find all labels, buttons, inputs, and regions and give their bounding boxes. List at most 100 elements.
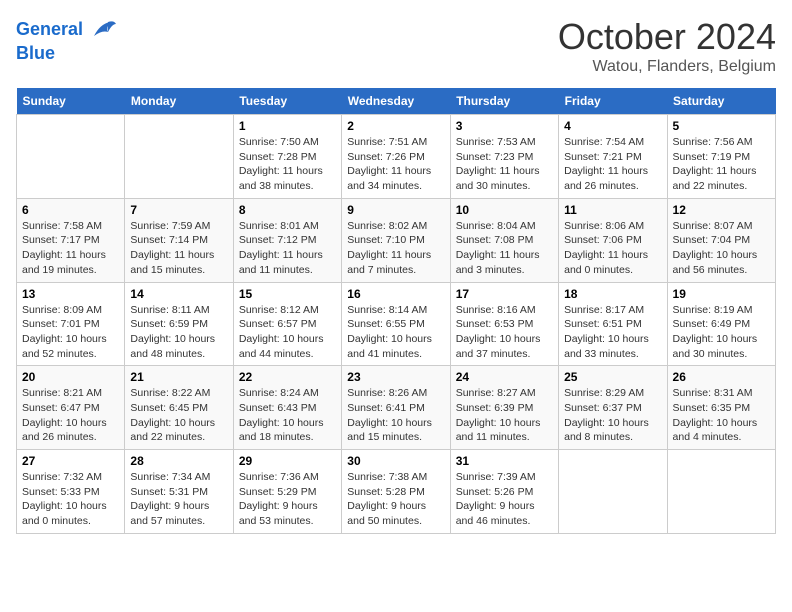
- calendar-cell: 4 Sunrise: 7:54 AMSunset: 7:21 PMDaylight…: [559, 115, 667, 199]
- calendar-cell: 6 Sunrise: 7:58 AMSunset: 7:17 PMDaylight…: [17, 198, 125, 282]
- logo: General Blue: [16, 16, 118, 64]
- month-title: October 2024: [558, 16, 776, 58]
- day-number: 5: [673, 119, 770, 133]
- day-info: Sunrise: 7:54 AMSunset: 7:21 PMDaylight:…: [564, 135, 661, 194]
- calendar-cell: 15Sunrise: 8:12 AMSunset: 6:57 PMDayligh…: [233, 282, 341, 366]
- calendar-cell: 13Sunrise: 8:09 AMSunset: 7:01 PMDayligh…: [17, 282, 125, 366]
- day-info: Sunrise: 8:12 AMSunset: 6:57 PMDaylight:…: [239, 303, 336, 362]
- weekday-header-tuesday: Tuesday: [233, 88, 341, 115]
- day-info: Sunrise: 7:50 AMSunset: 7:28 PMDaylight:…: [239, 135, 336, 194]
- day-number: 20: [22, 370, 119, 384]
- day-number: 16: [347, 287, 444, 301]
- calendar-cell: [125, 115, 233, 199]
- calendar-cell: 3Sunrise: 7:53 AMSunset: 7:23 PMDaylight…: [450, 115, 558, 199]
- weekday-header-wednesday: Wednesday: [342, 88, 450, 115]
- day-info: Sunrise: 7:34 AMSunset: 5:31 PMDaylight:…: [130, 470, 227, 529]
- calendar-cell: 19 Sunrise: 8:19 AMSunset: 6:49 PMDayligh…: [667, 282, 775, 366]
- day-number: 26: [673, 370, 770, 384]
- day-number: 25: [564, 370, 661, 384]
- day-info: Sunrise: 7:38 AMSunset: 5:28 PMDaylight:…: [347, 470, 444, 529]
- day-number: 8: [239, 203, 336, 217]
- calendar-cell: [17, 115, 125, 199]
- day-info: Sunrise: 7:51 AMSunset: 7:26 PMDaylight:…: [347, 135, 444, 194]
- day-info: Sunrise: 7:59 AMSunset: 7:14 PMDaylight:…: [130, 219, 227, 278]
- day-number: 29: [239, 454, 336, 468]
- calendar-cell: 9Sunrise: 8:02 AMSunset: 7:10 PMDaylight…: [342, 198, 450, 282]
- calendar-cell: 22 Sunrise: 8:24 AMSunset: 6:43 PMDayligh…: [233, 366, 341, 450]
- day-info: Sunrise: 8:14 AMSunset: 6:55 PMDaylight:…: [347, 303, 444, 362]
- day-number: 12: [673, 203, 770, 217]
- day-number: 3: [456, 119, 553, 133]
- week-row-2: 6 Sunrise: 7:58 AMSunset: 7:17 PMDaylight…: [17, 198, 776, 282]
- day-info: Sunrise: 8:17 AMSunset: 6:51 PMDaylight:…: [564, 303, 661, 362]
- logo-text-general: General: [16, 16, 118, 44]
- day-info: Sunrise: 8:06 AMSunset: 7:06 PMDaylight:…: [564, 219, 661, 278]
- calendar-cell: 26Sunrise: 8:31 AMSunset: 6:35 PMDayligh…: [667, 366, 775, 450]
- calendar-cell: 16 Sunrise: 8:14 AMSunset: 6:55 PMDayligh…: [342, 282, 450, 366]
- calendar-cell: 25 Sunrise: 8:29 AMSunset: 6:37 PMDayligh…: [559, 366, 667, 450]
- calendar-cell: 2Sunrise: 7:51 AMSunset: 7:26 PMDaylight…: [342, 115, 450, 199]
- day-number: 30: [347, 454, 444, 468]
- calendar-cell: [559, 450, 667, 534]
- weekday-header-friday: Friday: [559, 88, 667, 115]
- week-row-4: 20 Sunrise: 8:21 AMSunset: 6:47 PMDayligh…: [17, 366, 776, 450]
- calendar-cell: 23 Sunrise: 8:26 AMSunset: 6:41 PMDayligh…: [342, 366, 450, 450]
- day-number: 27: [22, 454, 119, 468]
- day-number: 17: [456, 287, 553, 301]
- calendar-cell: 27 Sunrise: 7:32 AMSunset: 5:33 PMDayligh…: [17, 450, 125, 534]
- calendar-cell: 18Sunrise: 8:17 AMSunset: 6:51 PMDayligh…: [559, 282, 667, 366]
- day-number: 23: [347, 370, 444, 384]
- day-number: 1: [239, 119, 336, 133]
- day-info: Sunrise: 7:56 AMSunset: 7:19 PMDaylight:…: [673, 135, 770, 194]
- day-info: Sunrise: 8:11 AMSunset: 6:59 PMDaylight:…: [130, 303, 227, 362]
- calendar-cell: 28 Sunrise: 7:34 AMSunset: 5:31 PMDayligh…: [125, 450, 233, 534]
- day-info: Sunrise: 8:27 AMSunset: 6:39 PMDaylight:…: [456, 386, 553, 445]
- calendar-cell: 30 Sunrise: 7:38 AMSunset: 5:28 PMDayligh…: [342, 450, 450, 534]
- day-number: 4: [564, 119, 661, 133]
- weekday-header-row: SundayMondayTuesdayWednesdayThursdayFrid…: [17, 88, 776, 115]
- calendar-cell: 29 Sunrise: 7:36 AMSunset: 5:29 PMDayligh…: [233, 450, 341, 534]
- day-info: Sunrise: 8:16 AMSunset: 6:53 PMDaylight:…: [456, 303, 553, 362]
- day-info: Sunrise: 7:58 AMSunset: 7:17 PMDaylight:…: [22, 219, 119, 278]
- calendar-cell: 11Sunrise: 8:06 AMSunset: 7:06 PMDayligh…: [559, 198, 667, 282]
- calendar-cell: 17 Sunrise: 8:16 AMSunset: 6:53 PMDayligh…: [450, 282, 558, 366]
- day-info: Sunrise: 8:22 AMSunset: 6:45 PMDaylight:…: [130, 386, 227, 445]
- calendar-cell: 8Sunrise: 8:01 AMSunset: 7:12 PMDaylight…: [233, 198, 341, 282]
- day-number: 22: [239, 370, 336, 384]
- day-info: Sunrise: 8:02 AMSunset: 7:10 PMDaylight:…: [347, 219, 444, 278]
- day-number: 7: [130, 203, 227, 217]
- calendar-cell: 7 Sunrise: 7:59 AMSunset: 7:14 PMDaylight…: [125, 198, 233, 282]
- day-info: Sunrise: 8:07 AMSunset: 7:04 PMDaylight:…: [673, 219, 770, 278]
- day-number: 31: [456, 454, 553, 468]
- day-info: Sunrise: 8:21 AMSunset: 6:47 PMDaylight:…: [22, 386, 119, 445]
- day-number: 10: [456, 203, 553, 217]
- day-number: 19: [673, 287, 770, 301]
- calendar-cell: 12 Sunrise: 8:07 AMSunset: 7:04 PMDayligh…: [667, 198, 775, 282]
- calendar-cell: 14Sunrise: 8:11 AMSunset: 6:59 PMDayligh…: [125, 282, 233, 366]
- logo-text-blue: Blue: [16, 44, 118, 64]
- location-title: Watou, Flanders, Belgium: [558, 58, 776, 76]
- day-info: Sunrise: 8:04 AMSunset: 7:08 PMDaylight:…: [456, 219, 553, 278]
- calendar-cell: 21 Sunrise: 8:22 AMSunset: 6:45 PMDayligh…: [125, 366, 233, 450]
- day-number: 6: [22, 203, 119, 217]
- weekday-header-thursday: Thursday: [450, 88, 558, 115]
- day-info: Sunrise: 8:29 AMSunset: 6:37 PMDaylight:…: [564, 386, 661, 445]
- day-info: Sunrise: 8:19 AMSunset: 6:49 PMDaylight:…: [673, 303, 770, 362]
- calendar-cell: 1 Sunrise: 7:50 AMSunset: 7:28 PMDaylight…: [233, 115, 341, 199]
- day-number: 21: [130, 370, 227, 384]
- day-info: Sunrise: 8:24 AMSunset: 6:43 PMDaylight:…: [239, 386, 336, 445]
- calendar-cell: [667, 450, 775, 534]
- calendar-cell: 31Sunrise: 7:39 AMSunset: 5:26 PMDayligh…: [450, 450, 558, 534]
- day-info: Sunrise: 8:26 AMSunset: 6:41 PMDaylight:…: [347, 386, 444, 445]
- week-row-3: 13Sunrise: 8:09 AMSunset: 7:01 PMDayligh…: [17, 282, 776, 366]
- day-info: Sunrise: 7:32 AMSunset: 5:33 PMDaylight:…: [22, 470, 119, 529]
- weekday-header-saturday: Saturday: [667, 88, 775, 115]
- day-info: Sunrise: 7:36 AMSunset: 5:29 PMDaylight:…: [239, 470, 336, 529]
- calendar-cell: 5 Sunrise: 7:56 AMSunset: 7:19 PMDaylight…: [667, 115, 775, 199]
- week-row-1: 1 Sunrise: 7:50 AMSunset: 7:28 PMDaylight…: [17, 115, 776, 199]
- weekday-header-monday: Monday: [125, 88, 233, 115]
- calendar-cell: 20 Sunrise: 8:21 AMSunset: 6:47 PMDayligh…: [17, 366, 125, 450]
- day-number: 24: [456, 370, 553, 384]
- day-number: 28: [130, 454, 227, 468]
- header: General Blue October 2024 Watou, Flander…: [16, 16, 776, 76]
